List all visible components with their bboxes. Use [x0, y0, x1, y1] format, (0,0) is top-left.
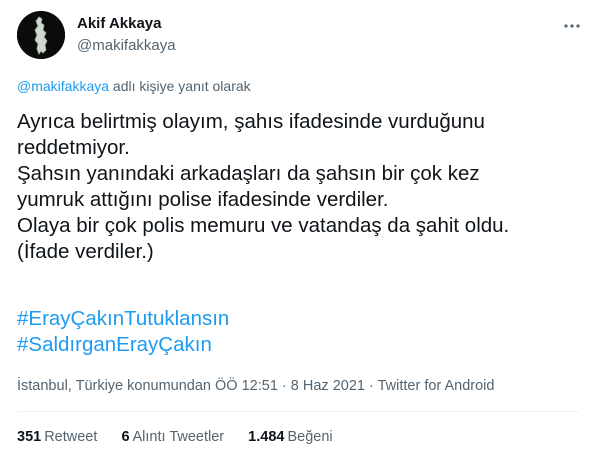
tweet-text-line: Ayrıca belirtmiş olayım, şahıs ifadesind…: [17, 110, 485, 133]
tweet-text-line: yumruk attığını polise ifadesinde verdil…: [17, 188, 389, 211]
tweet-body: Ayrıca belirtmiş olayım, şahıs ifadesind…: [17, 109, 587, 265]
tweet-meta: İstanbul, Türkiye konumundan ÖÖ 12:51 · …: [17, 377, 494, 395]
author-handle[interactable]: @makifakkaya: [77, 36, 176, 56]
quote-label: Alıntı Tweetler: [132, 429, 225, 445]
tweet-text-line: Şahsın yanındaki arkadaşları da şahsın b…: [17, 162, 480, 185]
quote-tweets-stat[interactable]: 6 Alıntı Tweetler: [121, 428, 224, 446]
hashtag-link[interactable]: #SaldırganErayÇakın: [17, 332, 229, 358]
more-options-button[interactable]: [556, 10, 588, 42]
author-display-name[interactable]: Akif Akkaya: [77, 15, 176, 33]
retweets-stat[interactable]: 351 Retweet: [17, 428, 97, 446]
retweet-count: 351: [17, 429, 42, 445]
tweet-stats: 351 Retweet 6 Alıntı Tweetler 1.484 Beğeni: [17, 428, 353, 446]
more-horizontal-icon: [564, 24, 580, 28]
divider: [17, 411, 579, 412]
like-label: Beğeni: [287, 429, 333, 445]
likes-stat[interactable]: 1.484 Beğeni: [248, 428, 332, 446]
meta-separator: ·: [277, 378, 291, 394]
hashtag-link[interactable]: #ErayÇakınTutuklansın: [17, 306, 229, 332]
tweet-text-line: (İfade verdiler.): [17, 240, 154, 263]
tweet: Akif Akkaya @makifakkaya @makifakkaya ad…: [0, 0, 596, 460]
tweet-text-line: reddetmiyor.: [17, 136, 130, 159]
tweet-date-link[interactable]: 8 Haz 2021: [291, 378, 365, 394]
tweet-location: İstanbul, Türkiye konumundan: [17, 378, 211, 394]
like-count: 1.484: [248, 429, 285, 445]
quote-count: 6: [121, 429, 130, 445]
hashtag-list: #ErayÇakınTutuklansın #SaldırganErayÇakı…: [17, 306, 229, 358]
reply-suffix-text: adlı kişiye yanıt olarak: [109, 78, 251, 94]
reply-mention-link[interactable]: @makifakkaya: [17, 78, 109, 94]
tweet-text-line: Olaya bir çok polis memuru ve vatandaş d…: [17, 214, 510, 237]
map-silhouette-icon: [17, 11, 65, 59]
retweet-label: Retweet: [44, 429, 98, 445]
tweet-source-link[interactable]: Twitter for Android: [378, 378, 495, 394]
meta-separator: ·: [364, 378, 378, 394]
reply-context: @makifakkaya adlı kişiye yanıt olarak: [17, 77, 251, 95]
tweet-time-link[interactable]: ÖÖ 12:51: [215, 378, 278, 394]
avatar[interactable]: [17, 11, 65, 59]
author-block: Akif Akkaya @makifakkaya: [77, 15, 176, 56]
